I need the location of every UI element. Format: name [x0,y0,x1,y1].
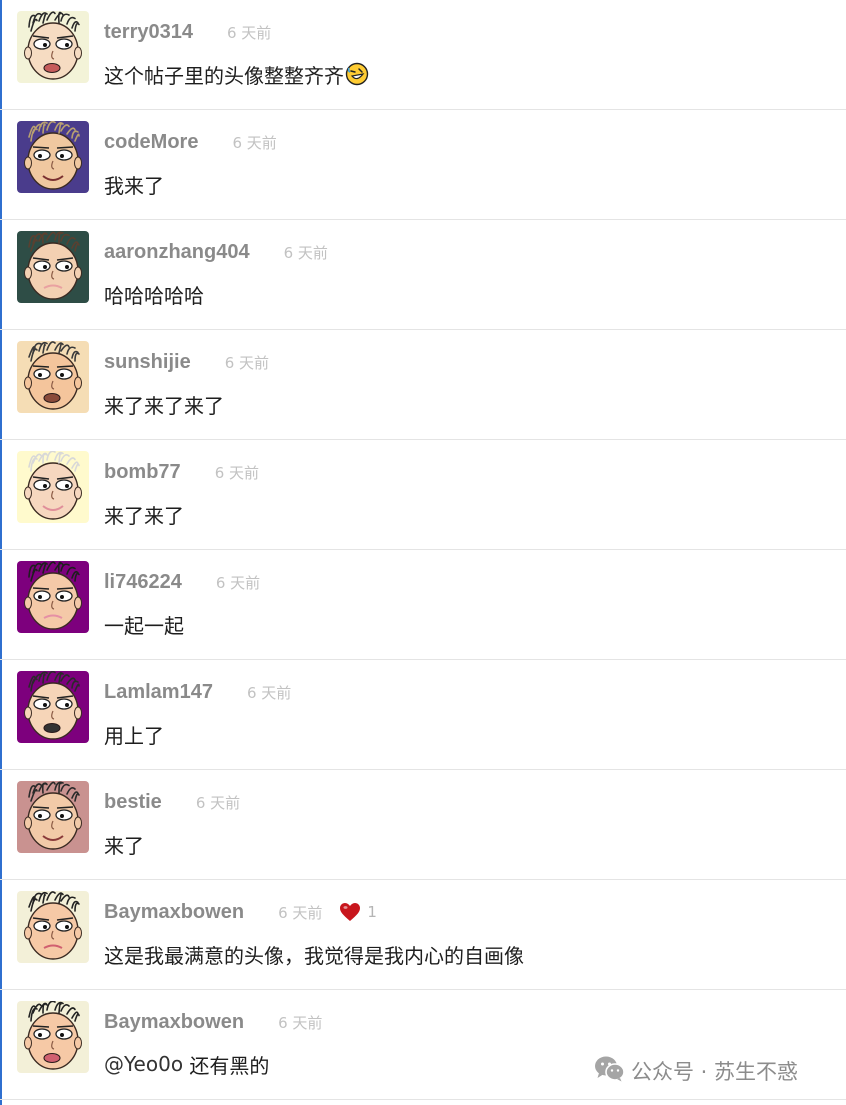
comment-meta: Baymaxbowen 6 天前 1 [104,899,377,925]
comment-text: 来了来了来了 [104,391,224,418]
comment-body: 用上了 [104,723,164,748]
comment-text: 这是我最满意的头像，我觉得是我内心的自画像 [104,941,524,968]
avatar[interactable] [17,341,89,413]
username-link[interactable]: Baymaxbowen [104,1011,244,1034]
username-link[interactable]: terry0314 [104,21,193,44]
avatar[interactable] [17,781,89,853]
watermark: 公众号 · 苏生不惑 [594,1056,798,1086]
avatar[interactable] [17,451,89,523]
comment-time: 6 天前 [195,793,241,812]
comment-meta: Lamlam147 6 天前 [104,679,291,705]
comment-meta: bestie 6 天前 [104,789,240,815]
avatar[interactable] [17,231,89,303]
username-link[interactable]: li746224 [104,571,182,594]
comment-item: li746224 6 天前一起一起 [0,550,846,660]
comment-body: 来了来了 [104,503,184,528]
wechat-icon [594,1055,631,1087]
username-link[interactable]: bestie [104,791,162,814]
username-link[interactable]: codeMore [104,131,198,154]
comment-body: 这个帖子里的头像整整齐齐 [104,63,344,88]
comment-body: 这是我最满意的头像，我觉得是我内心的自画像 [104,943,524,968]
comment-item: Baymaxbowen 6 天前 1 这是我最满意的头像，我觉得是我内心的自画像 [0,880,846,990]
comment-time: 6 天前 [226,23,272,42]
comment-meta: li746224 6 天前 [104,569,260,595]
avatar[interactable] [17,121,89,193]
comment-time: 6 天前 [215,573,261,592]
heart-icon [339,902,367,922]
comment-body: 来了来了来了 [104,393,224,418]
comment-meta: bomb77 6 天前 [104,459,259,485]
comment-text: 来了 [104,831,144,858]
comment-text: 哈哈哈哈哈 [104,281,204,308]
rofl-emoji-icon [344,62,369,86]
comment-body: 还有黑的 [183,1053,270,1078]
comment-time: 6 天前 [246,683,292,702]
comment-text: 来了来了 [104,501,184,528]
comment-item: terry0314 6 天前这个帖子里的头像整整齐齐 [0,0,846,110]
comment-meta: codeMore 6 天前 [104,129,277,155]
comment-item: aaronzhang404 6 天前哈哈哈哈哈 [0,220,846,330]
avatar[interactable] [17,1001,89,1073]
mention-link[interactable]: @Yeo0o [104,1052,183,1076]
comment-text: 一起一起 [104,611,184,638]
comment-time: 6 天前 [232,133,277,152]
comment-item: sunshijie 6 天前来了来了来了 [0,330,846,440]
avatar[interactable] [17,671,89,743]
avatar[interactable] [17,11,89,83]
comment-body: 一起一起 [104,613,184,638]
comment-item: bestie 6 天前来了 [0,770,846,880]
comment-meta: aaronzhang404 6 天前 [104,239,328,265]
avatar[interactable] [17,561,89,633]
watermark-text: 公众号 · 苏生不惑 [631,1060,799,1084]
comment-text: @Yeo0o 还有黑的 [104,1051,270,1078]
username-link[interactable]: sunshijie [104,351,191,374]
comment-meta: terry0314 6 天前 [104,19,271,45]
like-button[interactable]: 1 [339,902,377,922]
comment-item: bomb77 6 天前来了来了 [0,440,846,550]
comment-meta: sunshijie 6 天前 [104,349,269,375]
avatar[interactable] [17,891,89,963]
comment-time: 6 天前 [278,1013,323,1032]
comment-text: 我来了 [104,171,164,198]
comment-meta: Baymaxbowen 6 天前 [104,1009,322,1035]
username-link[interactable]: bomb77 [104,461,181,484]
comment-list: terry0314 6 天前 这个帖子里的头像整整齐齐 codeMore 6 天前 我来了… [0,0,846,1100]
comment-time: 6 天前 [214,463,259,482]
comment-body: 我来了 [104,173,164,198]
comment-body: 哈哈哈哈哈 [104,283,204,308]
comment-item: Lamlam147 6 天前用上了 [0,660,846,770]
comment-text: 这个帖子里的头像整整齐齐 [104,61,369,88]
comment-text: 用上了 [104,721,164,748]
comment-body: 来了 [104,833,144,858]
comment-time: 6 天前 [283,243,328,262]
like-count: 1 [367,903,377,921]
comment-time: 6 天前 [224,353,270,372]
username-link[interactable]: Baymaxbowen [104,901,244,924]
comment-time: 6 天前 [278,903,323,922]
comment-item: codeMore 6 天前我来了 [0,110,846,220]
username-link[interactable]: Lamlam147 [104,681,213,704]
username-link[interactable]: aaronzhang404 [104,241,250,264]
